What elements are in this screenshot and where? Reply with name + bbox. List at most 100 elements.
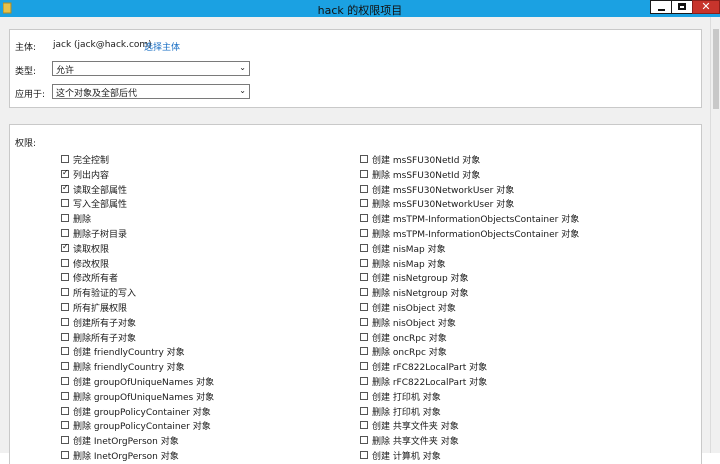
- permission-label: 修改权限: [73, 259, 110, 270]
- permission-checkbox[interactable]: [61, 303, 69, 311]
- permission-label: 删除子树目录: [73, 230, 128, 240]
- permission-label: 删除 共享文件夹 对象: [372, 437, 459, 448]
- chevron-down-icon: ⌄: [239, 86, 246, 95]
- permission-checkbox[interactable]: [61, 214, 69, 223]
- permission-label: 删除 nisMap 对象: [372, 259, 446, 270]
- permission-checkbox[interactable]: [360, 436, 368, 445]
- close-icon: ✕: [701, 0, 711, 13]
- permission-label: 删除 groupPolicyContainer 对象: [73, 422, 211, 433]
- permission-checkbox[interactable]: ✓: [61, 168, 69, 178]
- maximize-icon: [678, 3, 686, 10]
- permission-checkbox[interactable]: [61, 421, 69, 430]
- title-bar: hack 的权限项目 ✕: [0, 0, 720, 17]
- permission-label: 列出内容: [73, 170, 110, 181]
- permission-label: 删除 msSFU30NetId 对象: [372, 170, 481, 181]
- permission-checkbox[interactable]: [61, 288, 69, 297]
- permission-label: 读取权限: [73, 244, 110, 255]
- permission-label: 删除 打印机 对象: [372, 407, 441, 418]
- permission-checkbox[interactable]: [360, 243, 368, 252]
- permission-label: 删除 rFC822LocalPart 对象: [372, 378, 488, 388]
- scrollbar-thumb[interactable]: [713, 29, 719, 109]
- permission-checkbox[interactable]: [61, 436, 69, 445]
- permission-label: 删除 friendlyCountry 对象: [73, 363, 185, 374]
- permission-label: 删除 groupOfUniqueNames 对象: [73, 392, 215, 403]
- permission-checkbox[interactable]: [61, 258, 69, 267]
- permission-label: 创建 共享文件夹 对象: [372, 422, 459, 433]
- permission-label: 删除 oncRpc 对象: [372, 348, 447, 359]
- permission-checkbox[interactable]: [61, 273, 69, 282]
- permission-checkbox[interactable]: [360, 169, 368, 178]
- permission-checkbox[interactable]: [360, 362, 368, 371]
- permission-label: 修改所有者: [73, 274, 119, 285]
- permission-checkbox[interactable]: [61, 362, 69, 371]
- permission-checkbox[interactable]: [360, 258, 368, 267]
- dialog-body: 主体: jack (jack@hack.com) 选择主体 类型: 允许 ⌄ 应…: [0, 17, 720, 464]
- permission-checkbox[interactable]: [360, 199, 368, 208]
- permission-checkbox[interactable]: [360, 155, 368, 163]
- permission-checkbox[interactable]: [61, 199, 69, 208]
- permission-checkbox[interactable]: [360, 406, 368, 415]
- permission-label: 创建 rFC822LocalPart 对象: [372, 363, 488, 374]
- permission-label: 创建 oncRpc 对象: [372, 333, 447, 344]
- permission-label: 删除: [73, 215, 92, 226]
- permission-label: 创建 nisMap 对象: [372, 244, 446, 255]
- permission-checkbox[interactable]: [61, 347, 69, 356]
- permission-checkbox[interactable]: [360, 391, 368, 400]
- permission-checkbox[interactable]: ✓: [61, 241, 69, 252]
- permission-label: 创建 InetOrgPerson 对象: [73, 437, 179, 448]
- permission-label: 写入全部属性: [73, 200, 128, 211]
- permission-label: 创建 nisObject 对象: [372, 304, 456, 314]
- permission-label: 删除 nisObject 对象: [372, 318, 456, 329]
- minimize-icon: [658, 9, 665, 11]
- permission-checkbox[interactable]: [61, 332, 69, 341]
- permission-checkbox[interactable]: [360, 303, 368, 311]
- permission-checkbox[interactable]: [360, 451, 368, 459]
- close-button[interactable]: ✕: [692, 0, 720, 14]
- type-select[interactable]: 允许 ⌄: [52, 61, 250, 76]
- permission-label: 创建 groupPolicyContainer 对象: [73, 407, 211, 418]
- permission-label: 所有验证的写入: [73, 289, 137, 300]
- checkmark-icon: ✓: [62, 241, 69, 251]
- permission-checkbox[interactable]: [61, 451, 69, 459]
- vertical-scrollbar[interactable]: [710, 17, 720, 453]
- permission-checkbox[interactable]: ✓: [61, 183, 69, 193]
- permission-checkbox[interactable]: [360, 377, 368, 385]
- principal-panel: 主体: jack (jack@hack.com) 选择主体 类型: 允许 ⌄ 应…: [9, 29, 702, 108]
- permission-checkbox[interactable]: [360, 317, 368, 326]
- permissions-label: 权限:: [15, 139, 37, 149]
- permission-label: 读取全部属性: [73, 185, 128, 196]
- chevron-down-icon: ⌄: [239, 63, 246, 72]
- permission-checkbox[interactable]: [360, 332, 368, 341]
- permission-checkbox[interactable]: [360, 184, 368, 193]
- permission-checkbox[interactable]: [360, 214, 368, 223]
- permission-label: 删除 msTPM-InformationObjectsContainer 对象: [372, 230, 580, 240]
- applies-to-select-value: 这个对象及全部后代: [56, 89, 138, 99]
- permission-checkbox[interactable]: [360, 288, 368, 297]
- minimize-button[interactable]: [650, 0, 672, 14]
- permission-checkbox[interactable]: [61, 229, 69, 237]
- permission-checkbox[interactable]: [360, 421, 368, 430]
- permission-label: 删除所有子对象: [73, 333, 137, 344]
- permission-checkbox[interactable]: [61, 377, 69, 385]
- permission-label: 删除 nisNetgroup 对象: [372, 289, 469, 300]
- permission-label: 完全控制: [73, 156, 110, 166]
- type-label: 类型:: [15, 67, 37, 77]
- permission-checkbox[interactable]: [61, 317, 69, 326]
- permission-label: 创建 msSFU30NetworkUser 对象: [372, 185, 515, 196]
- permission-checkbox[interactable]: [61, 406, 69, 415]
- permission-checkbox[interactable]: [61, 155, 69, 163]
- permission-label: 创建 nisNetgroup 对象: [372, 274, 469, 285]
- select-principal-link[interactable]: 选择主体: [144, 40, 180, 53]
- permission-checkbox[interactable]: [360, 229, 368, 237]
- permission-checkbox[interactable]: [360, 347, 368, 356]
- permission-label: 所有扩展权限: [73, 304, 128, 314]
- window-title: hack 的权限项目: [317, 4, 403, 17]
- permission-label: 删除 InetOrgPerson 对象: [73, 452, 179, 462]
- principal-value: jack (jack@hack.com): [53, 40, 152, 50]
- permission-label: 创建 计算机 对象: [372, 452, 441, 462]
- type-select-value: 允许: [56, 66, 75, 76]
- maximize-button[interactable]: [671, 0, 693, 14]
- permission-checkbox[interactable]: [360, 273, 368, 282]
- permission-checkbox[interactable]: [61, 391, 69, 400]
- applies-to-select[interactable]: 这个对象及全部后代 ⌄: [52, 84, 250, 99]
